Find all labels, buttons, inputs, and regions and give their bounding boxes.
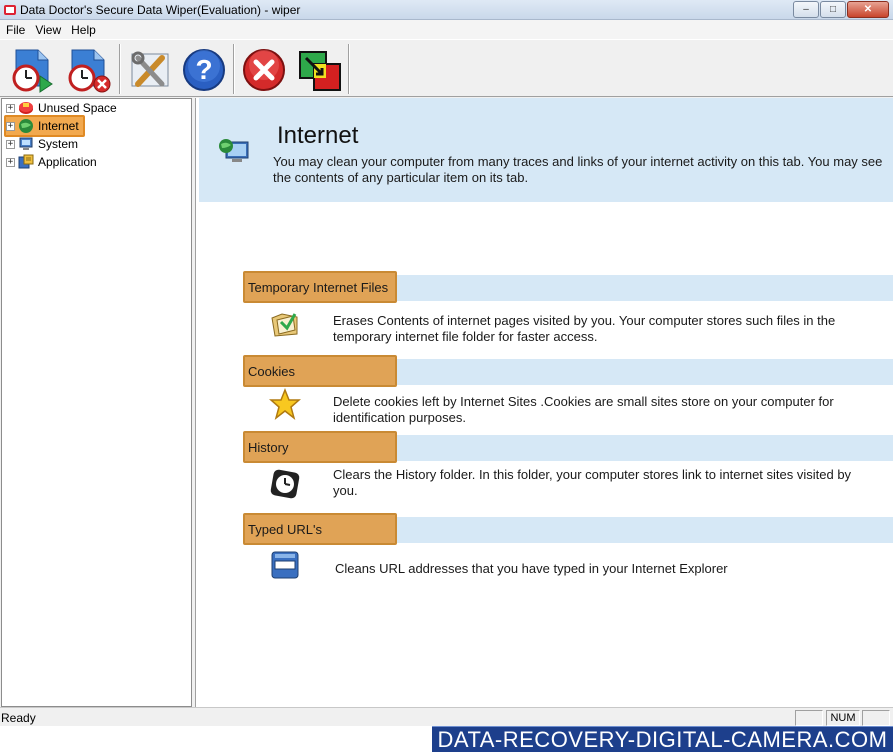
- menu-file[interactable]: File: [2, 23, 31, 37]
- section-description: Cleans URL addresses that you have typed…: [335, 561, 728, 576]
- section-description: Clears the History folder. In this folde…: [333, 467, 852, 498]
- tree-item-label: Unused Space: [38, 101, 117, 115]
- svg-text:?: ?: [195, 54, 212, 85]
- category-tree: + Unused Space + Internet + System + App…: [1, 98, 192, 707]
- internet-globe-icon: [219, 139, 249, 162]
- section-description: Erases Contents of internet pages visite…: [333, 313, 836, 344]
- exit-icon: [243, 49, 285, 91]
- folder-icon: [271, 313, 298, 337]
- toolbar: ?: [0, 39, 893, 97]
- page-description: You may clean your computer from many tr…: [273, 154, 883, 185]
- address-bar-icon: [271, 551, 299, 579]
- computer-icon: [19, 137, 33, 150]
- menu-view[interactable]: View: [31, 23, 67, 37]
- page-title: Internet: [277, 122, 359, 149]
- header-band: Internet You may clean your computer fro…: [199, 98, 893, 202]
- schedule-start-icon: [12, 49, 53, 93]
- window-title: Data Doctor's Secure Data Wiper(Evaluati…: [20, 3, 301, 17]
- watermark-banner: DATA-RECOVERY-DIGITAL-CAMERA.COM: [432, 726, 893, 752]
- schedule-stop-button[interactable]: [62, 44, 114, 96]
- close-button[interactable]: ✕: [847, 1, 889, 18]
- menu-bar: File View Help: [0, 20, 893, 39]
- title-bar: Data Doctor's Secure Data Wiper(Evaluati…: [0, 0, 893, 20]
- section-typed-urls[interactable]: Typed URL's: [243, 513, 397, 545]
- menu-help[interactable]: Help: [67, 23, 102, 37]
- star-icon: [269, 388, 301, 420]
- status-pane: [795, 710, 823, 726]
- status-pane: [862, 710, 890, 726]
- schedule-start-button[interactable]: [6, 44, 58, 96]
- globe-icon: [19, 119, 33, 133]
- tree-item-application[interactable]: + Application: [6, 153, 97, 171]
- settings-tools-icon: [131, 51, 169, 87]
- section-description: Delete cookies left by Internet Sites .C…: [333, 394, 834, 425]
- expand-icon[interactable]: +: [6, 157, 15, 167]
- watermark-left-space: [0, 726, 432, 752]
- section-history[interactable]: History: [243, 431, 397, 463]
- content-panel: Internet You may clean your computer fro…: [195, 98, 893, 707]
- toolbar-separator: [348, 44, 350, 94]
- status-text: Ready: [1, 711, 36, 725]
- schedule-stop-icon: [68, 49, 111, 93]
- application-icon: [18, 154, 34, 169]
- expand-icon[interactable]: +: [6, 121, 15, 131]
- tree-item-system[interactable]: + System: [6, 135, 78, 153]
- tree-item-label: Internet: [38, 119, 79, 133]
- expand-icon[interactable]: +: [6, 139, 15, 149]
- tree-item-label: System: [38, 137, 79, 151]
- toolbar-separator: [233, 44, 235, 94]
- num-lock-indicator: NUM: [826, 710, 860, 726]
- toolbar-separator: [119, 44, 121, 94]
- about-icon: [299, 51, 341, 91]
- settings-button[interactable]: [124, 44, 176, 96]
- about-button[interactable]: [294, 44, 346, 96]
- disk-icon: [19, 102, 33, 114]
- app-icon: [4, 5, 16, 15]
- expand-icon[interactable]: +: [6, 103, 15, 113]
- tree-item-label: Application: [38, 155, 97, 169]
- clock-icon: [270, 469, 300, 499]
- tree-item-internet[interactable]: + Internet: [4, 115, 85, 137]
- status-bar: Ready NUM: [0, 707, 893, 726]
- maximize-button[interactable]: □: [820, 1, 846, 18]
- help-button[interactable]: ?: [178, 44, 230, 96]
- help-icon: ?: [183, 49, 225, 91]
- section-temporary-internet-files[interactable]: Temporary Internet Files: [243, 271, 397, 303]
- minimize-button[interactable]: –: [793, 1, 819, 18]
- exit-button[interactable]: [238, 44, 290, 96]
- section-cookies[interactable]: Cookies: [243, 355, 397, 387]
